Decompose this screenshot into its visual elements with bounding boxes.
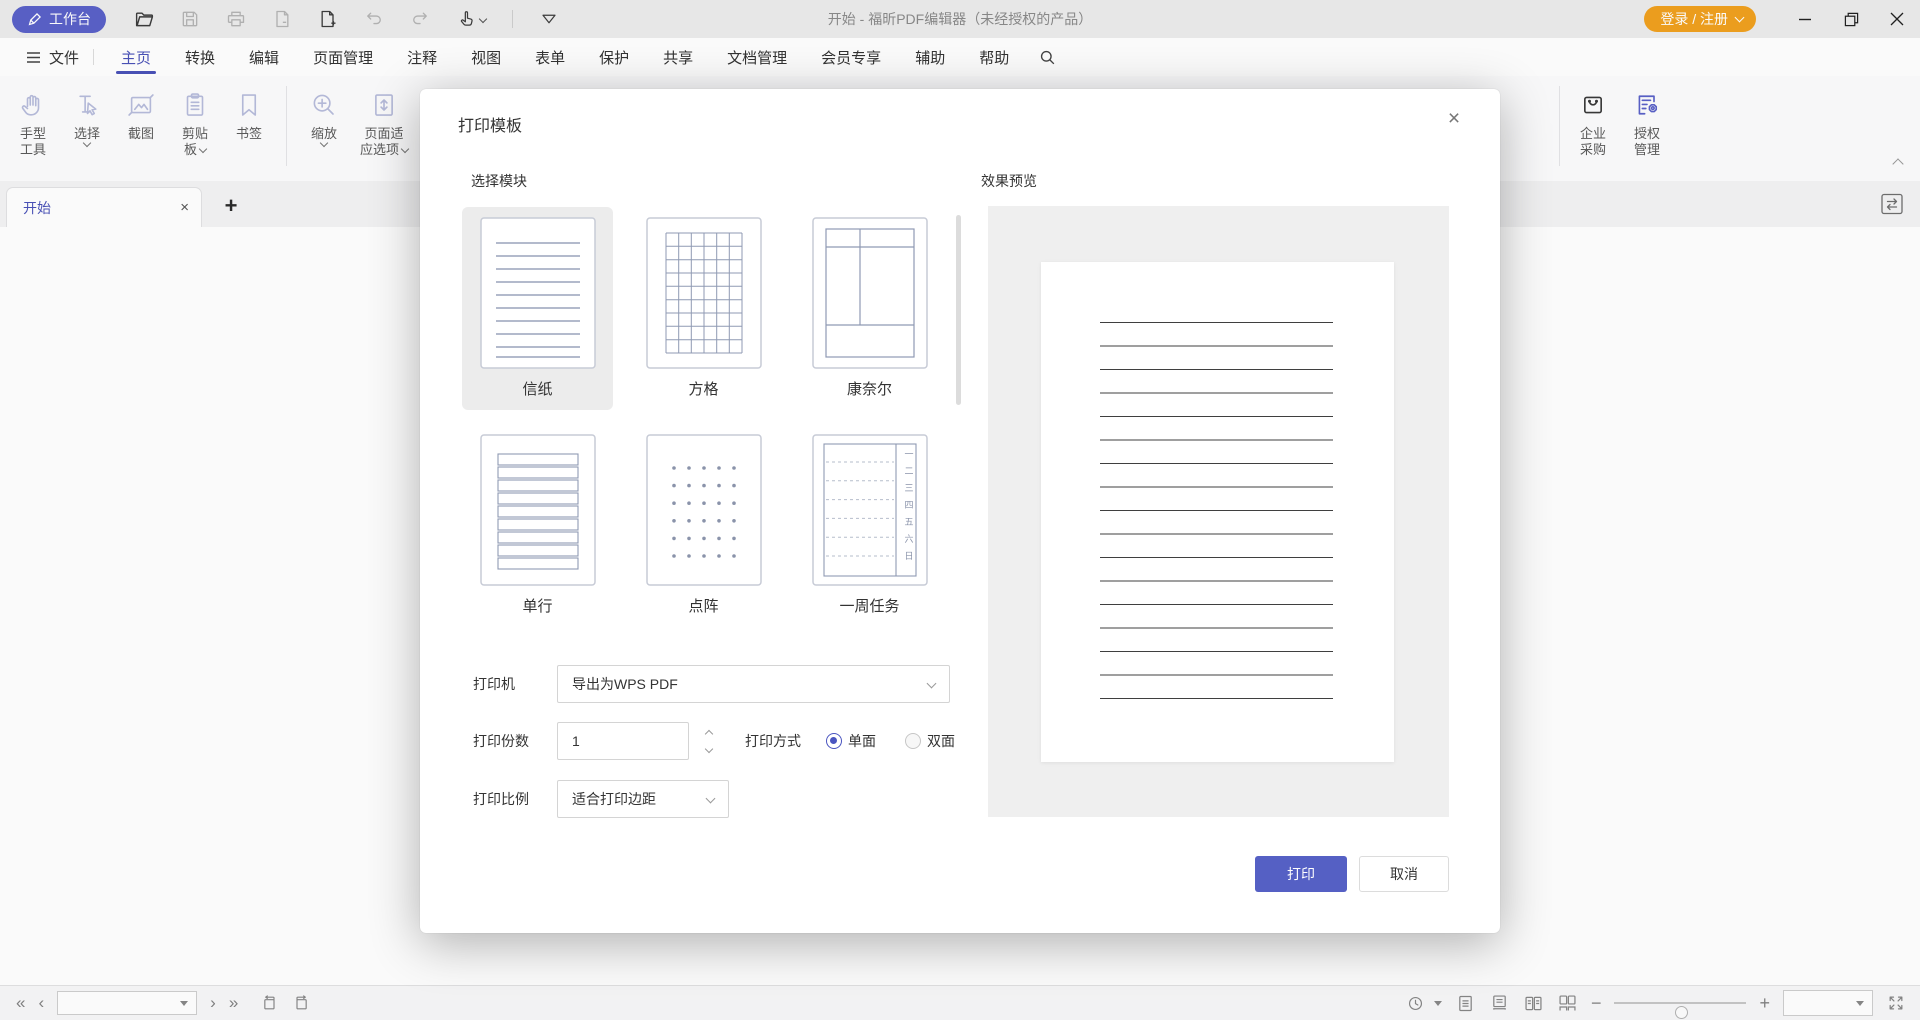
template-name: 康奈尔 (847, 378, 892, 399)
step-up-icon[interactable] (705, 729, 713, 737)
print-scale-select[interactable]: 适合打印边距 (557, 780, 729, 818)
cancel-button[interactable]: 取消 (1359, 856, 1449, 892)
duplex-label[interactable]: 双面 (927, 731, 955, 751)
template-thumbnail-grid (646, 217, 762, 369)
template-tile-weekly-tasks[interactable]: 一二三四五六日 一周任务 (794, 424, 945, 627)
copies-value: 1 (572, 733, 580, 749)
template-name: 单行 (522, 595, 552, 616)
template-name: 方格 (688, 378, 718, 399)
dialog-close-icon[interactable]: × (1438, 103, 1470, 135)
chevron-down-icon (927, 679, 937, 689)
print-scale-label: 打印比例 (473, 789, 557, 809)
step-down-icon[interactable] (705, 744, 713, 752)
dialog-title: 打印模板 (458, 112, 522, 136)
print-button[interactable]: 打印 (1255, 856, 1347, 892)
select-module-label: 选择模块 (471, 171, 527, 191)
template-thumbnail-dots (646, 434, 762, 586)
print-template-dialog: 打印模板 × 选择模块 信纸 方格 (420, 89, 1500, 933)
template-thumbnail-lined (480, 217, 596, 369)
template-tile-dot-grid[interactable]: 点阵 (628, 424, 779, 627)
chevron-down-icon (706, 794, 716, 804)
template-thumbnail-cornell (812, 217, 928, 369)
preview-lined-content (1100, 322, 1333, 700)
template-scrollbar[interactable] (956, 215, 961, 405)
preview-page (1041, 262, 1394, 762)
print-scale-value: 适合打印边距 (572, 789, 656, 809)
print-mode-label: 打印方式 (745, 731, 801, 751)
simplex-label[interactable]: 单面 (848, 731, 876, 751)
template-tile-cornell[interactable]: 康奈尔 (794, 207, 945, 410)
printer-value: 导出为WPS PDF (572, 674, 678, 694)
copies-stepper[interactable] (706, 731, 712, 752)
template-thumbnail-weekly: 一二三四五六日 (812, 434, 928, 586)
template-tile-single-row[interactable]: 单行 (462, 424, 613, 627)
template-tile-letter[interactable]: 信纸 (462, 207, 613, 410)
preview-panel (988, 206, 1449, 817)
foxit-pdf-editor-window: 工作台 (0, 0, 1920, 1020)
duplex-radio[interactable] (905, 733, 921, 749)
printer-label: 打印机 (473, 674, 557, 694)
preview-label: 效果预览 (981, 171, 1037, 191)
weekday-characters: 一二三四五六日 (903, 449, 916, 568)
template-grid: 信纸 方格 康奈尔 单行 (462, 207, 945, 627)
printer-select[interactable]: 导出为WPS PDF (557, 665, 950, 703)
copies-label: 打印份数 (473, 731, 557, 751)
template-name: 一周任务 (839, 595, 899, 616)
simplex-radio[interactable] (826, 733, 842, 749)
template-tile-grid[interactable]: 方格 (628, 207, 779, 410)
template-thumbnail-rows (480, 434, 596, 586)
copies-input[interactable]: 1 (557, 722, 689, 760)
template-name: 点阵 (688, 595, 718, 616)
template-name: 信纸 (522, 378, 552, 399)
